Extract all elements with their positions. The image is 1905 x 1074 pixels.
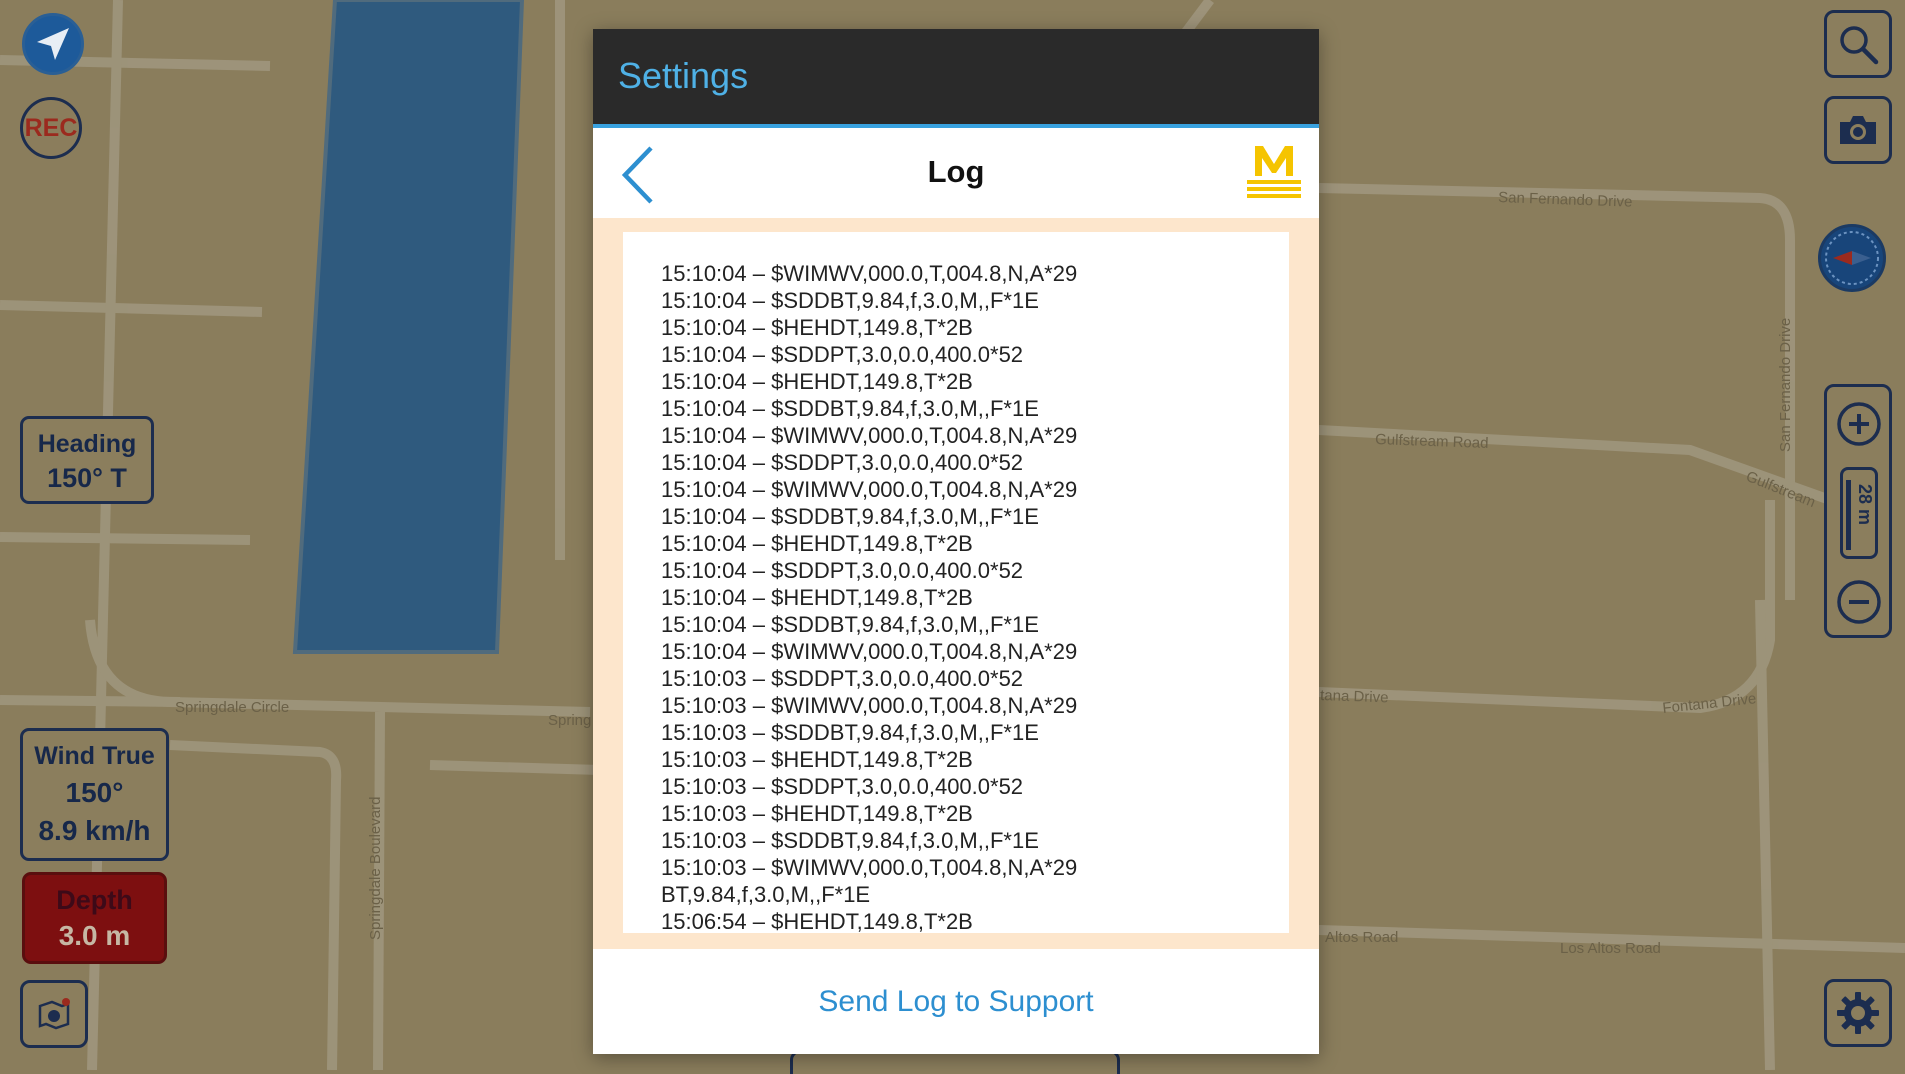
zoom-out-icon [1837, 580, 1881, 624]
log-title: Log [927, 154, 985, 189]
road-label-springdale-boulevard: Springdale Boulevard [367, 797, 384, 940]
log-area: 15:10:04 – $WIMWV,000.0,T,004.8,N,A*29 15… [593, 218, 1319, 949]
search-button[interactable] [1824, 10, 1892, 78]
log-line: 15:10:03 – $HEHDT,149.8,T*2B [661, 801, 973, 826]
log-line: 15:10:04 – $WIMWV,000.0,T,004.8,N,A*29 [661, 477, 1078, 502]
road-label-los-altos-road: Los Altos Road [1560, 940, 1661, 957]
log-line: 15:10:04 – $HEHDT,149.8,T*2B [661, 369, 973, 394]
log-line: 15:10:03 – $WIMWV,000.0,T,004.8,N,A*29 [661, 693, 1078, 718]
m-logo-icon [1247, 146, 1301, 198]
heading-instrument[interactable]: Heading 150° T [20, 416, 154, 504]
log-line: 15:10:03 – $WIMWV,000.0,T,004.8,N,A*29 [661, 855, 1078, 880]
log-list: 15:10:04 – $WIMWV,000.0,T,004.8,N,A*29 15… [661, 260, 1077, 933]
log-line: 15:10:04 – $HEHDT,149.8,T*2B [661, 585, 973, 610]
scale-label: 28 m [1855, 484, 1875, 526]
zoom-in-button[interactable] [1836, 401, 1882, 452]
camera-icon [1840, 116, 1876, 144]
navigation-arrow-icon [37, 28, 69, 60]
log-line: 15:10:03 – $SDDPT,3.0,0.0,400.0*52 [661, 666, 1024, 691]
dialog-title: Settings [618, 55, 749, 96]
scale-bar [1846, 480, 1851, 550]
settings-button[interactable] [1824, 979, 1892, 1047]
log-header: Log [593, 128, 1319, 218]
wind-instrument[interactable]: Wind True 150° 8.9 km/h [20, 728, 169, 861]
wind-label: Wind True [34, 742, 155, 770]
search-icon [1840, 26, 1879, 65]
layers-button[interactable] [20, 980, 88, 1048]
compass-button[interactable] [1818, 224, 1886, 292]
compass-icon [1825, 231, 1879, 285]
heading-label: Heading [37, 430, 137, 458]
log-line: 15:10:04 – $SDDPT,3.0,0.0,400.0*52 [661, 450, 1024, 475]
road-label-spring: Spring [548, 712, 591, 729]
wind-direction: 150° [65, 777, 124, 808]
log-line: 15:10:04 – $SDDBT,9.84,f,3.0,M,,F*1E [661, 288, 1039, 313]
record-button[interactable]: REC [20, 97, 82, 159]
brand-logo [1243, 142, 1305, 202]
log-line: 15:10:04 – $WIMWV,000.0,T,004.8,N,A*29 [661, 423, 1078, 448]
depth-instrument[interactable]: Depth 3.0 m [22, 872, 167, 964]
log-line: 15:10:03 – $SDDPT,3.0,0.0,400.0*52 [661, 774, 1024, 799]
wind-speed: 8.9 km/h [38, 815, 151, 846]
road-label-altos-road: Altos Road [1325, 929, 1398, 946]
log-line: 15:10:04 – $SDDBT,9.84,f,3.0,M,,F*1E [661, 504, 1039, 529]
road-label-san-fernando-drive-vertical: San Fernando Drive [1777, 318, 1794, 452]
log-line: 15:06:54 – $HEHDT,149.8,T*2B [661, 909, 973, 933]
log-line: 15:10:04 – $SDDBT,9.84,f,3.0,M,,F*1E [661, 396, 1039, 421]
log-content[interactable]: 15:10:04 – $WIMWV,000.0,T,004.8,N,A*29 15… [623, 232, 1289, 933]
dialog-titlebar: Settings [593, 29, 1319, 128]
record-label: REC [24, 113, 78, 142]
road-label-tana-drive: tana Drive [1320, 687, 1389, 706]
zoom-out-button[interactable] [1836, 579, 1882, 630]
log-line: 15:10:04 – $SDDBT,9.84,f,3.0,M,,F*1E [661, 612, 1039, 637]
settings-dialog: Settings Log 15:10:04 – $WIMWV,000.0,T,0… [593, 29, 1319, 1054]
camera-button[interactable] [1824, 96, 1892, 164]
map-scale: 28 m [1840, 467, 1878, 559]
log-line: 15:10:03 – $SDDBT,9.84,f,3.0,M,,F*1E [661, 720, 1039, 745]
send-log-button[interactable]: Send Log to Support [593, 949, 1319, 1054]
depth-label: Depth [56, 885, 133, 915]
log-line: 15:10:04 – $SDDPT,3.0,0.0,400.0*52 [661, 342, 1024, 367]
gear-icon [1837, 992, 1879, 1034]
log-line: 15:10:04 – $SDDPT,3.0,0.0,400.0*52 [661, 558, 1024, 583]
navigate-button[interactable] [22, 13, 84, 75]
zoom-in-icon [1837, 402, 1881, 446]
layers-icon [38, 998, 70, 1030]
depth-value: 3.0 m [58, 920, 131, 951]
log-line: 15:10:03 – $HEHDT,149.8,T*2B [661, 747, 973, 772]
log-line: 15:10:04 – $HEHDT,149.8,T*2B [661, 315, 973, 340]
log-line: 15:10:04 – $WIMWV,000.0,T,004.8,N,A*29 [661, 261, 1078, 286]
road-label-springdale-circle: Springdale Circle [175, 699, 289, 716]
log-line: 15:10:03 – $SDDBT,9.84,f,3.0,M,,F*1E [661, 828, 1039, 853]
heading-value: 150° T [47, 463, 127, 493]
log-line: 15:10:04 – $WIMWV,000.0,T,004.8,N,A*29 [661, 639, 1078, 664]
zoom-panel: 28 m [1824, 384, 1892, 638]
log-line: BT,9.84,f,3.0,M,,F*1E [661, 882, 871, 907]
log-line: 15:10:04 – $HEHDT,149.8,T*2B [661, 531, 973, 556]
